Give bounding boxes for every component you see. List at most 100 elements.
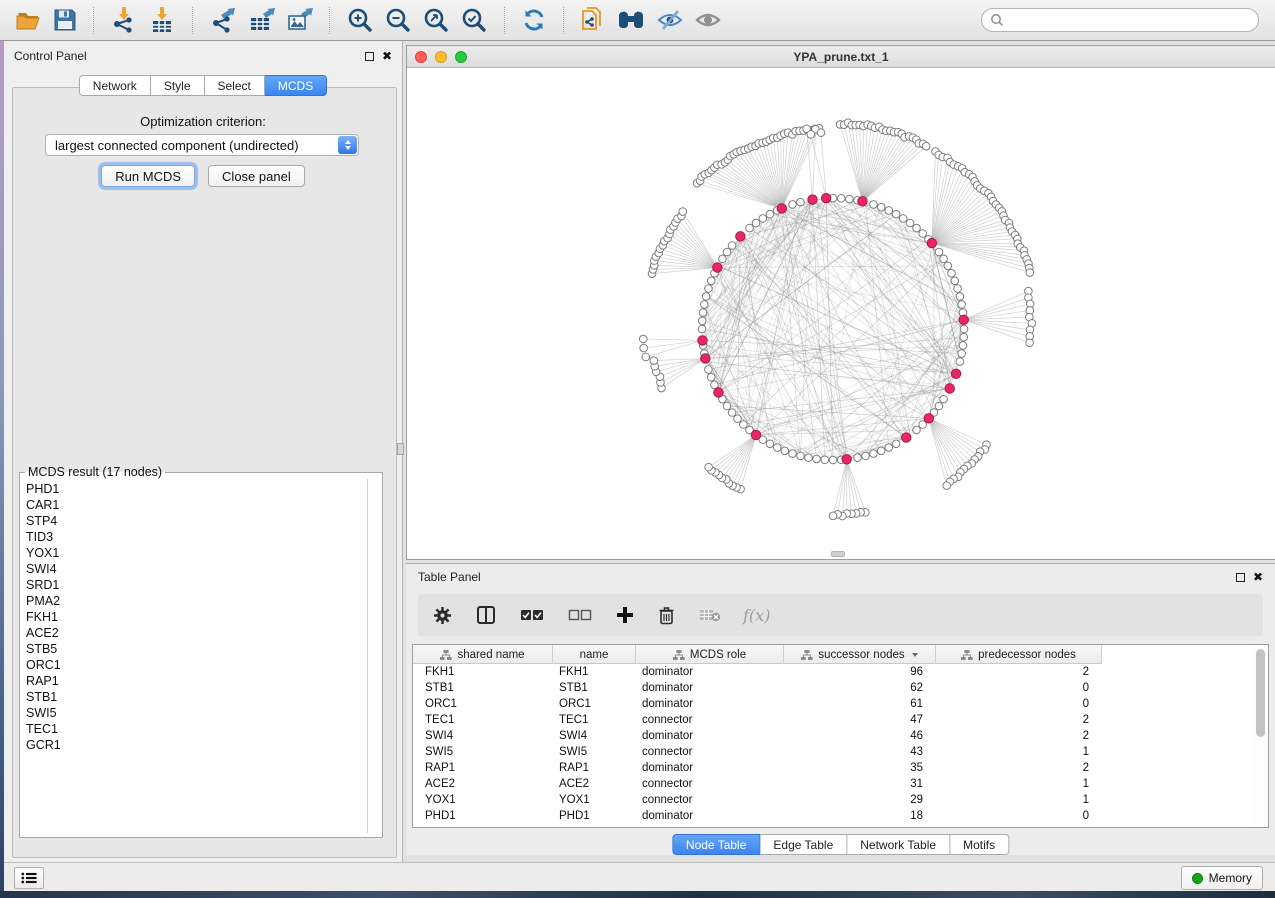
ring-node[interactable] [954, 285, 962, 293]
tab-motifs[interactable]: Motifs [950, 834, 1009, 855]
ring-node[interactable] [940, 255, 948, 263]
satellite-node[interactable] [642, 353, 650, 361]
hide-panel-button[interactable] [654, 6, 686, 34]
network-canvas[interactable] [407, 68, 1274, 559]
ring-node[interactable] [846, 195, 854, 203]
mcds-result-scrollbar[interactable] [367, 479, 382, 833]
select-all-columns-button[interactable] [518, 607, 546, 624]
table-scrollbar-thumb[interactable] [1256, 649, 1265, 737]
tab-mcds[interactable]: MCDS [265, 75, 327, 96]
ring-node[interactable] [837, 194, 845, 202]
tab-network[interactable]: Network [79, 75, 151, 96]
satellite-node[interactable] [1026, 269, 1034, 277]
table-row[interactable]: PHD1PHD1dominator180 [413, 808, 1268, 824]
ring-node[interactable] [940, 395, 948, 403]
mcds-hub-node[interactable] [698, 336, 707, 345]
mcds-result-item[interactable]: TEC1 [26, 721, 367, 737]
mcds-result-item[interactable]: STB1 [26, 689, 367, 705]
mcds-hub-node[interactable] [821, 193, 830, 202]
ring-node[interactable] [944, 262, 952, 270]
ring-node[interactable] [906, 219, 914, 227]
open-session-button[interactable] [13, 5, 45, 35]
mcds-result-item[interactable]: STB5 [26, 641, 367, 657]
column-header-predecessor-nodes[interactable]: predecessor nodes [936, 645, 1102, 664]
ring-node[interactable] [789, 201, 797, 209]
memory-button[interactable]: Memory [1181, 866, 1263, 890]
show-panel-button[interactable] [692, 7, 724, 33]
mcds-result-item[interactable]: PHD1 [26, 481, 367, 497]
ring-node[interactable] [958, 301, 966, 309]
table-row[interactable]: ACE2ACE2connector311 [413, 776, 1268, 792]
satellite-node[interactable] [943, 482, 951, 490]
satellite-node[interactable] [829, 512, 837, 520]
mcds-hub-node[interactable] [736, 232, 745, 241]
table-options-button[interactable] [431, 604, 454, 627]
ring-node[interactable] [813, 455, 821, 463]
mcds-hub-node[interactable] [945, 384, 954, 393]
import-table-button[interactable] [146, 4, 178, 36]
export-table-button[interactable] [245, 4, 277, 36]
zoom-out-button[interactable] [382, 4, 414, 36]
tab-node-table[interactable]: Node Table [672, 834, 761, 855]
ring-node[interactable] [951, 277, 959, 285]
ring-node[interactable] [711, 381, 719, 389]
ring-node[interactable] [797, 452, 805, 460]
ring-node[interactable] [723, 402, 731, 410]
satellite-node[interactable] [705, 463, 713, 471]
add-column-button[interactable] [614, 604, 636, 626]
ring-node[interactable] [948, 269, 956, 277]
mcds-result-item[interactable]: ORC1 [26, 657, 367, 673]
mcds-hub-node[interactable] [959, 315, 968, 324]
mcds-result-item[interactable]: SRD1 [26, 577, 367, 593]
mcds-hub-node[interactable] [924, 414, 933, 423]
delete-column-button[interactable] [656, 604, 677, 627]
table-scrollbar[interactable] [1254, 647, 1267, 825]
ring-node[interactable] [919, 230, 927, 238]
mcds-hub-node[interactable] [902, 433, 911, 442]
column-header-MCDS-role[interactable]: MCDS role [636, 645, 784, 664]
ring-node[interactable] [728, 242, 736, 250]
export-network-button[interactable] [207, 4, 239, 36]
column-header-successor-nodes[interactable]: successor nodes [784, 645, 936, 664]
ring-node[interactable] [877, 447, 885, 455]
ring-node[interactable] [821, 456, 829, 464]
ring-node[interactable] [935, 402, 943, 410]
ring-node[interactable] [723, 248, 731, 256]
import-network-button[interactable] [108, 4, 140, 36]
zoom-selected-button[interactable] [458, 4, 490, 36]
ring-node[interactable] [960, 333, 968, 341]
mcds-hub-node[interactable] [714, 388, 723, 397]
ring-node[interactable] [960, 325, 968, 333]
mcds-result-item[interactable]: YOX1 [26, 545, 367, 561]
ring-node[interactable] [702, 293, 710, 301]
mcds-hub-node[interactable] [713, 263, 722, 272]
ring-node[interactable] [870, 450, 878, 458]
ring-node[interactable] [766, 440, 774, 448]
mcds-result-item[interactable]: SWI5 [26, 705, 367, 721]
satellite-node[interactable] [639, 335, 647, 343]
satellite-node[interactable] [817, 129, 825, 137]
satellite-node[interactable] [640, 344, 648, 352]
ring-node[interactable] [899, 215, 907, 223]
ring-node[interactable] [885, 444, 893, 452]
float-table-panel-icon[interactable] [1236, 573, 1245, 582]
ring-node[interactable] [766, 210, 774, 218]
satellite-node[interactable] [922, 142, 930, 150]
ring-node[interactable] [705, 285, 713, 293]
ring-node[interactable] [781, 447, 789, 455]
mcds-hub-node[interactable] [951, 369, 960, 378]
mcds-result-item[interactable]: CAR1 [26, 497, 367, 513]
ring-node[interactable] [707, 277, 715, 285]
mcds-result-item[interactable]: FKH1 [26, 609, 367, 625]
ring-node[interactable] [862, 452, 870, 460]
ring-node[interactable] [789, 450, 797, 458]
satellite-node[interactable] [1026, 339, 1034, 347]
ring-node[interactable] [959, 342, 967, 350]
zoom-in-button[interactable] [344, 4, 376, 36]
table-row[interactable]: YOX1YOX1connector291 [413, 792, 1268, 808]
ring-node[interactable] [935, 248, 943, 256]
column-header-name[interactable]: name [553, 645, 636, 664]
ring-node[interactable] [805, 454, 813, 462]
table-row[interactable]: ORC1ORC1dominator610 [413, 696, 1268, 712]
task-history-button[interactable] [14, 867, 44, 889]
